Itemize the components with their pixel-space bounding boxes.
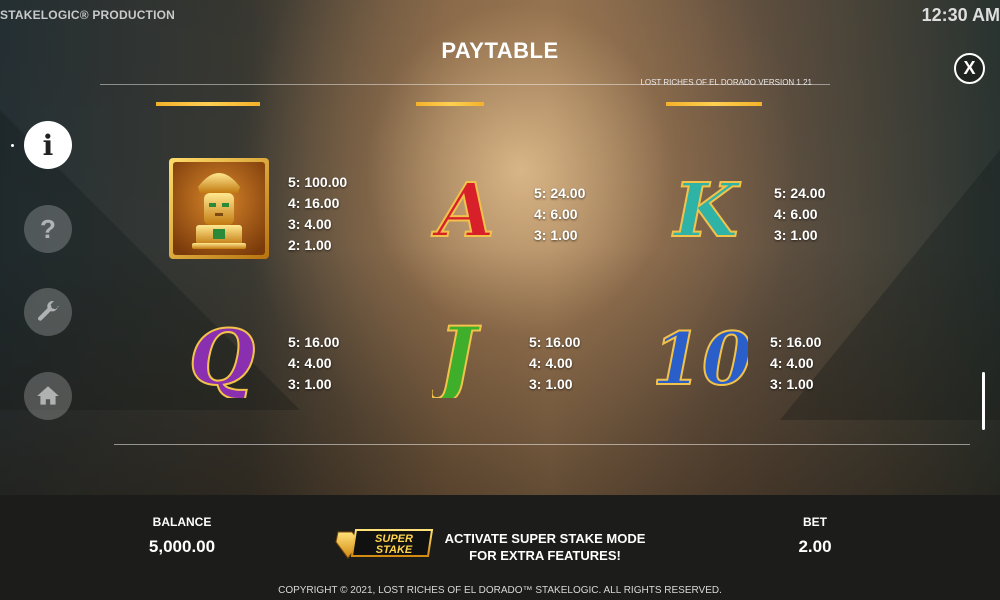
pay-line: 4: 6.00 — [534, 206, 578, 222]
letter-k-symbol: K — [671, 172, 742, 244]
bet-value[interactable]: 2.00 — [765, 537, 865, 557]
number-10-symbol: 10 — [656, 318, 748, 394]
paytable-q: 5: 16.00 4: 4.00 3: 1.00 — [288, 332, 339, 395]
letter-a-glyph: A — [431, 172, 494, 244]
active-indicator-dot — [11, 144, 14, 147]
copyright-text: COPYRIGHT © 2021, LOST RICHES OF EL DORA… — [278, 585, 722, 596]
super-stake-logo: SUPER STAKE — [335, 529, 434, 559]
column-accent-right — [666, 102, 762, 106]
version-label: LOST RICHES OF EL DORADO VERSION 1.21 — [640, 78, 812, 87]
info-button[interactable]: i — [24, 121, 72, 169]
pay-line: 4: 4.00 — [288, 355, 332, 371]
paytable-10: 5: 16.00 4: 4.00 3: 1.00 — [770, 332, 821, 395]
close-icon: X — [963, 58, 976, 78]
home-icon — [37, 386, 59, 405]
page-title: PAYTABLE — [441, 38, 559, 63]
letter-k-glyph: K — [672, 172, 741, 244]
paytable-idol: 5: 100.00 4: 16.00 3: 4.00 2: 1.00 — [288, 172, 347, 256]
super-stake-promo[interactable]: ACTIVATE SUPER STAKE MODE FOR EXTRA FEAT… — [438, 530, 652, 564]
pay-line: 5: 24.00 — [534, 185, 586, 201]
paytable-k: 5: 24.00 4: 6.00 3: 1.00 — [774, 183, 825, 246]
pay-line: 3: 1.00 — [288, 376, 332, 392]
idol-icon — [169, 158, 269, 259]
balance-label: BALANCE — [152, 515, 212, 529]
letter-j-symbol: J — [432, 316, 482, 398]
pay-line: 3: 4.00 — [288, 216, 332, 232]
letter-q-glyph: Q — [189, 318, 255, 398]
wrench-icon — [38, 301, 59, 321]
help-icon: ? — [40, 213, 56, 244]
letter-q-symbol: Q — [188, 318, 256, 398]
pay-line: 5: 16.00 — [770, 334, 822, 350]
info-icon: i — [42, 128, 54, 162]
golden-idol-symbol — [168, 157, 270, 260]
pay-line: 4: 16.00 — [288, 195, 340, 211]
pay-line: 5: 16.00 — [288, 334, 340, 350]
super-stake-button[interactable]: SUPER STAKE — [334, 524, 438, 562]
column-accent-middle — [416, 102, 484, 106]
pay-line: 3: 1.00 — [529, 376, 573, 392]
column-accent-left — [156, 102, 260, 106]
logo-text-2: STAKE — [376, 544, 413, 556]
brand-label: STAKELOGIC® PRODUCTION — [0, 8, 176, 22]
number-10-glyph: 10 — [656, 318, 748, 394]
background-shade — [0, 0, 1000, 495]
pay-line: 5: 24.00 — [774, 185, 826, 201]
letter-j-glyph: J — [432, 316, 482, 398]
promo-line-2: FOR EXTRA FEATURES! — [469, 548, 621, 563]
scroll-indicator[interactable] — [982, 372, 985, 430]
paytable-j: 5: 16.00 4: 4.00 3: 1.00 — [529, 332, 580, 395]
content-divider — [114, 444, 970, 445]
promo-line-1: ACTIVATE SUPER STAKE MODE — [444, 531, 646, 546]
pay-line: 3: 1.00 — [774, 227, 818, 243]
pay-line: 5: 16.00 — [529, 334, 581, 350]
close-button[interactable]: X — [954, 53, 985, 84]
help-button[interactable]: ? — [24, 205, 72, 253]
home-button[interactable] — [24, 372, 72, 420]
pay-line: 4: 4.00 — [770, 355, 814, 371]
clock-label: 12:30 AM — [921, 5, 1000, 25]
letter-a-symbol: A — [430, 172, 495, 244]
pay-line: 4: 4.00 — [529, 355, 573, 371]
paytable-a: 5: 24.00 4: 6.00 3: 1.00 — [534, 183, 585, 246]
settings-button[interactable] — [24, 288, 72, 336]
bet-label: BET — [803, 515, 827, 529]
pay-line: 3: 1.00 — [770, 376, 814, 392]
pay-line: 5: 100.00 — [288, 174, 348, 190]
pay-line: 3: 1.00 — [534, 227, 578, 243]
balance-value: 5,000.00 — [148, 537, 216, 556]
pay-line: 2: 1.00 — [288, 237, 332, 253]
pay-line: 4: 6.00 — [774, 206, 818, 222]
